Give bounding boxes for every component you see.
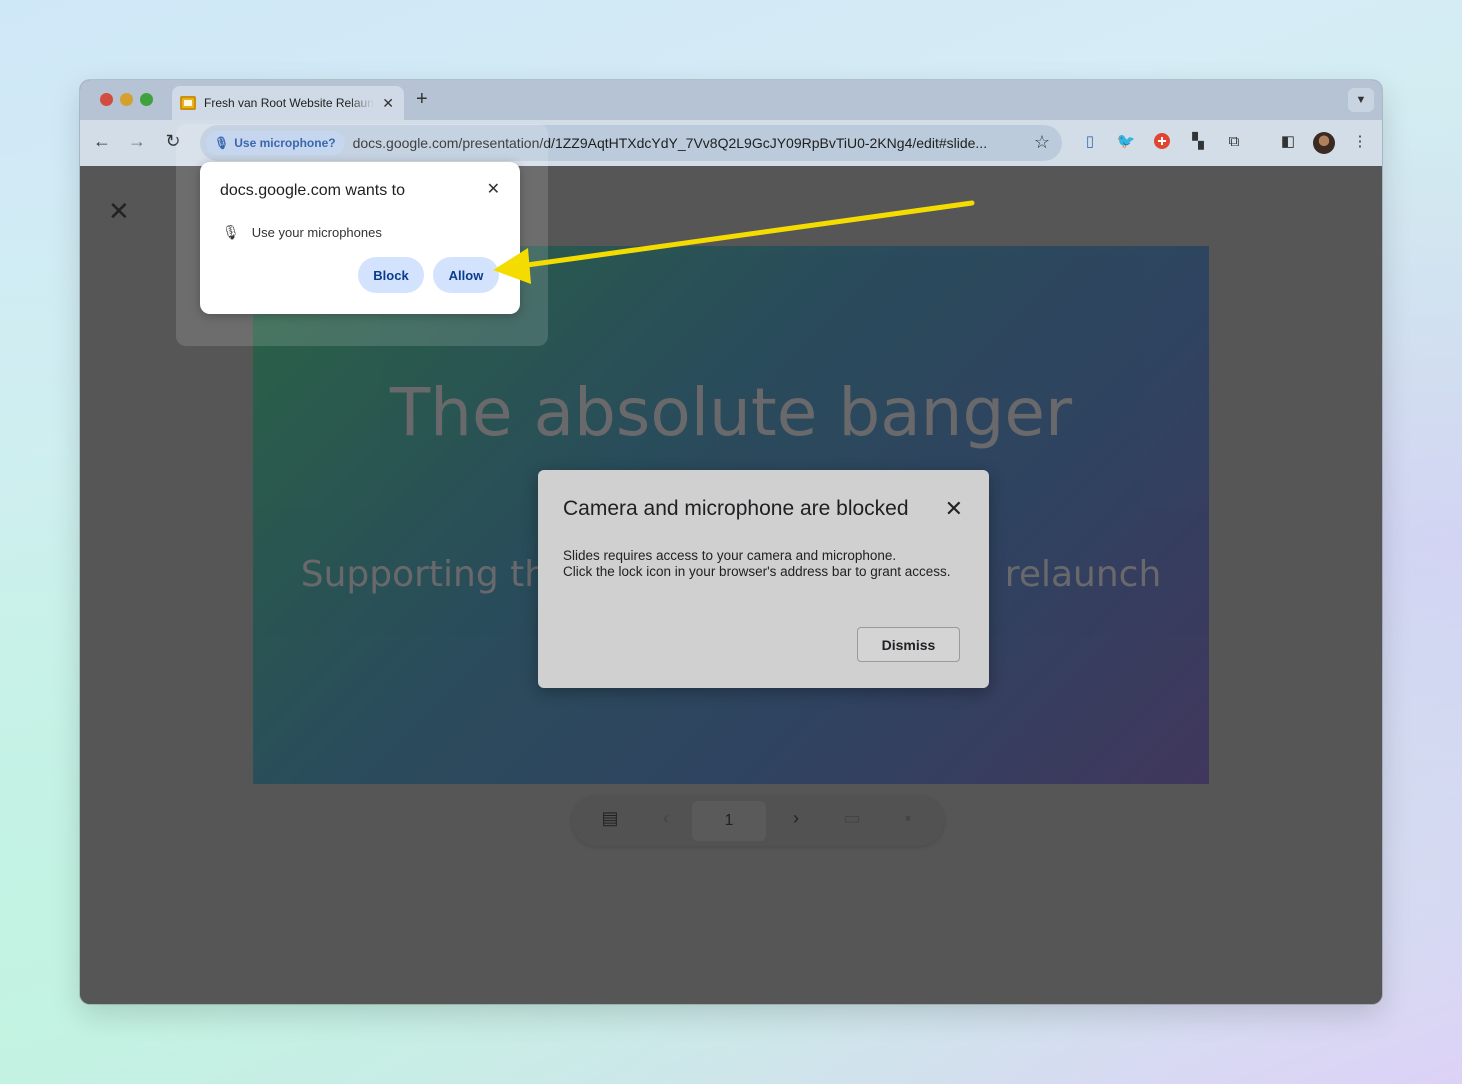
extensions-puzzle-icon[interactable]: ⧉ <box>1224 132 1244 152</box>
next-slide-icon[interactable]: › <box>784 808 808 829</box>
minimize-window-button[interactable] <box>120 93 133 106</box>
permission-request: 🎙 Use your microphones <box>222 224 382 241</box>
new-tab-icon[interactable]: + <box>416 88 428 111</box>
twitter-icon[interactable]: 🐦 <box>1116 132 1136 152</box>
maximize-window-button[interactable] <box>140 93 153 106</box>
dialog-close-icon[interactable]: ✕ <box>945 496 963 522</box>
blocked-dialog: Camera and microphone are blocked ✕ Slid… <box>538 470 989 688</box>
extension-reader-icon[interactable]: ▯ <box>1080 132 1100 152</box>
profile-avatar[interactable] <box>1313 132 1335 154</box>
tab-search-chevron-icon[interactable]: ▼ <box>1348 88 1374 112</box>
fullscreen-icon[interactable]: ▪ <box>896 808 920 829</box>
dismiss-button[interactable]: Dismiss <box>857 627 960 662</box>
tab-close-icon[interactable]: ✕ <box>382 95 394 112</box>
permission-title: docs.google.com wants to <box>220 182 405 199</box>
permission-popup: docs.google.com wants to ✕ 🎙 Use your mi… <box>200 162 520 314</box>
permission-close-icon[interactable]: ✕ <box>487 179 500 199</box>
page-number[interactable]: 1 <box>692 801 766 841</box>
allow-button[interactable]: Allow <box>433 257 499 293</box>
dialog-title: Camera and microphone are blocked <box>563 497 909 520</box>
previous-slide-icon[interactable]: ‹ <box>654 808 678 829</box>
slides-favicon-icon <box>180 96 196 110</box>
slide-title-line1: The absolute banger <box>389 374 1073 451</box>
tab-strip: Fresh van Root Website Relaunch ✕ + ▼ <box>80 80 1382 120</box>
block-button[interactable]: Block <box>358 257 424 293</box>
slide-controls: ▤ ‹ 1 › ▭ ▪ <box>572 796 944 846</box>
browser-window: Fresh van Root Website Relaunch ✕ + ▼ ← … <box>80 80 1382 1004</box>
dialog-body-line2: Click the lock icon in your browser's ad… <box>563 564 951 579</box>
permission-request-label: Use your microphones <box>251 225 382 240</box>
more-menu-icon[interactable]: ⋮ <box>1350 132 1370 152</box>
picture-in-picture-icon[interactable]: ▭ <box>840 808 864 829</box>
forward-arrow-icon[interactable]: → <box>125 131 149 152</box>
back-arrow-icon[interactable]: ← <box>90 131 114 152</box>
extension-paint-icon[interactable]: ▚ <box>1188 132 1208 152</box>
tab-title: Fresh van Root Website Relaunch <box>204 96 374 110</box>
dialog-body-line1: Slides requires access to your camera an… <box>563 548 897 563</box>
tab-slides[interactable]: Fresh van Root Website Relaunch ✕ <box>172 86 404 120</box>
speaker-notes-icon[interactable]: ▤ <box>598 808 622 829</box>
dialog-body: Slides requires access to your camera an… <box>563 548 951 580</box>
extension-red-plus-icon[interactable] <box>1152 132 1172 152</box>
microphone-icon: 🎙 <box>222 224 240 240</box>
bookmark-star-icon[interactable]: ☆ <box>1034 132 1050 153</box>
side-panel-icon[interactable]: ◧ <box>1278 132 1298 152</box>
close-window-button[interactable] <box>100 93 113 106</box>
exit-presentation-close-icon[interactable]: ✕ <box>108 196 130 227</box>
